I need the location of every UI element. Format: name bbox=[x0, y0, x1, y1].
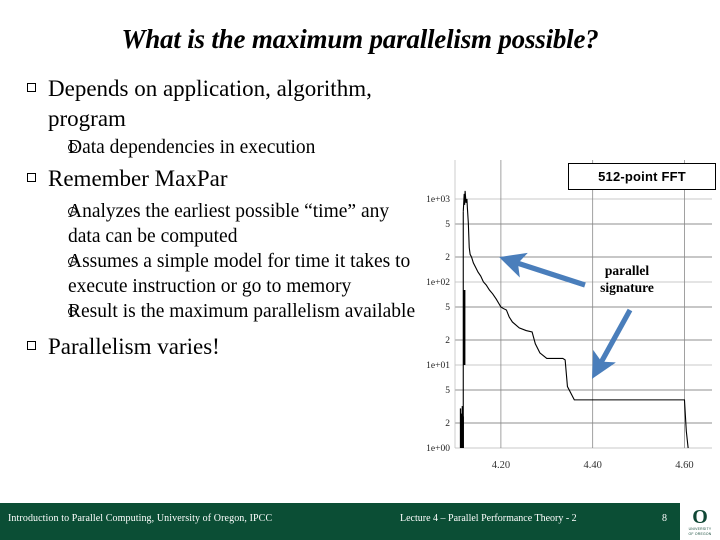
svg-text:5: 5 bbox=[445, 386, 450, 396]
svg-text:5: 5 bbox=[445, 303, 450, 313]
bullet-level2: Result is the maximum parallelism availa… bbox=[20, 299, 440, 324]
annotation-line-1: parallel bbox=[604, 263, 650, 278]
svg-text:2: 2 bbox=[445, 419, 450, 429]
circle-bullet-icon bbox=[68, 257, 77, 266]
chart-y-axis-ticks: 1e+03 5 2 1e+02 5 2 1e+01 5 2 1e+00 bbox=[426, 195, 450, 454]
bullet-list: Depends on application, algorithm, progr… bbox=[20, 74, 440, 363]
chart-data-line bbox=[462, 190, 689, 449]
footer-page-number: 8 bbox=[662, 513, 667, 524]
svg-text:2: 2 bbox=[445, 336, 450, 346]
chart-noise-spikes bbox=[459, 211, 466, 448]
bullet-text: Remember MaxPar bbox=[48, 166, 228, 191]
bullet-level1: Depends on application, algorithm, progr… bbox=[20, 74, 440, 134]
svg-text:1e+03: 1e+03 bbox=[426, 195, 450, 205]
bullet-text: Assumes a simple model for time it takes… bbox=[68, 251, 411, 297]
parallel-signature-chart: 1e+03 5 2 1e+02 5 2 1e+01 5 2 1e+00 4.20 4.40 4.60 bbox=[410, 160, 720, 490]
bullet-text: Result is the maximum parallelism availa… bbox=[68, 301, 416, 322]
chart-x-axis-ticks: 4.20 4.40 4.60 bbox=[492, 460, 694, 471]
parallel-signature-annotation: parallel signature bbox=[584, 262, 670, 296]
bullet-text: Analyzes the earliest possible “time” an… bbox=[68, 201, 390, 247]
logo-letter-o: O bbox=[692, 506, 708, 529]
bullet-level2: Analyzes the earliest possible “time” an… bbox=[20, 199, 440, 249]
footer-center-text: Lecture 4 – Parallel Performance Theory … bbox=[400, 513, 577, 524]
university-logo: O UNIVERSITY OF OREGON bbox=[680, 503, 720, 540]
bullet-level2: Assumes a simple model for time it takes… bbox=[20, 249, 440, 299]
chart-gridlines bbox=[454, 160, 712, 449]
svg-text:5: 5 bbox=[445, 220, 450, 230]
bullet-text: Parallelism varies! bbox=[48, 334, 220, 359]
bullet-level2: Data dependencies in execution bbox=[20, 135, 440, 160]
circle-bullet-icon bbox=[68, 307, 77, 316]
svg-text:4.60: 4.60 bbox=[675, 460, 693, 471]
footer-left-text: Introduction to Parallel Computing, Univ… bbox=[8, 513, 273, 524]
svg-text:4.40: 4.40 bbox=[583, 460, 601, 471]
annotation-line-2: signature bbox=[600, 280, 654, 295]
circle-bullet-icon bbox=[68, 143, 77, 152]
bullet-text: Depends on application, algorithm, progr… bbox=[48, 76, 372, 131]
square-bullet-icon bbox=[27, 173, 36, 182]
svg-text:2: 2 bbox=[445, 253, 450, 263]
bullet-text: Data dependencies in execution bbox=[68, 137, 316, 158]
svg-text:4.20: 4.20 bbox=[492, 460, 510, 471]
bullet-level1: Remember MaxPar bbox=[20, 164, 440, 194]
bullet-level1: Parallelism varies! bbox=[20, 332, 440, 362]
svg-text:1e+02: 1e+02 bbox=[426, 278, 450, 288]
page-title: What is the maximum parallelism possible… bbox=[121, 24, 599, 54]
svg-text:1e+00: 1e+00 bbox=[426, 444, 450, 454]
svg-text:1e+01: 1e+01 bbox=[426, 361, 450, 371]
square-bullet-icon bbox=[27, 83, 36, 92]
fft-label-box: 512-point FFT bbox=[568, 163, 716, 190]
square-bullet-icon bbox=[27, 341, 36, 350]
slide-canvas: What is the maximum parallelism possible… bbox=[0, 0, 720, 540]
logo-line-2: OF OREGON bbox=[688, 531, 712, 536]
fft-label-text: 512-point FFT bbox=[598, 169, 686, 184]
chart-svg: 1e+03 5 2 1e+02 5 2 1e+01 5 2 1e+00 4.20 4.40 4.60 bbox=[426, 160, 712, 471]
circle-bullet-icon bbox=[68, 207, 77, 216]
